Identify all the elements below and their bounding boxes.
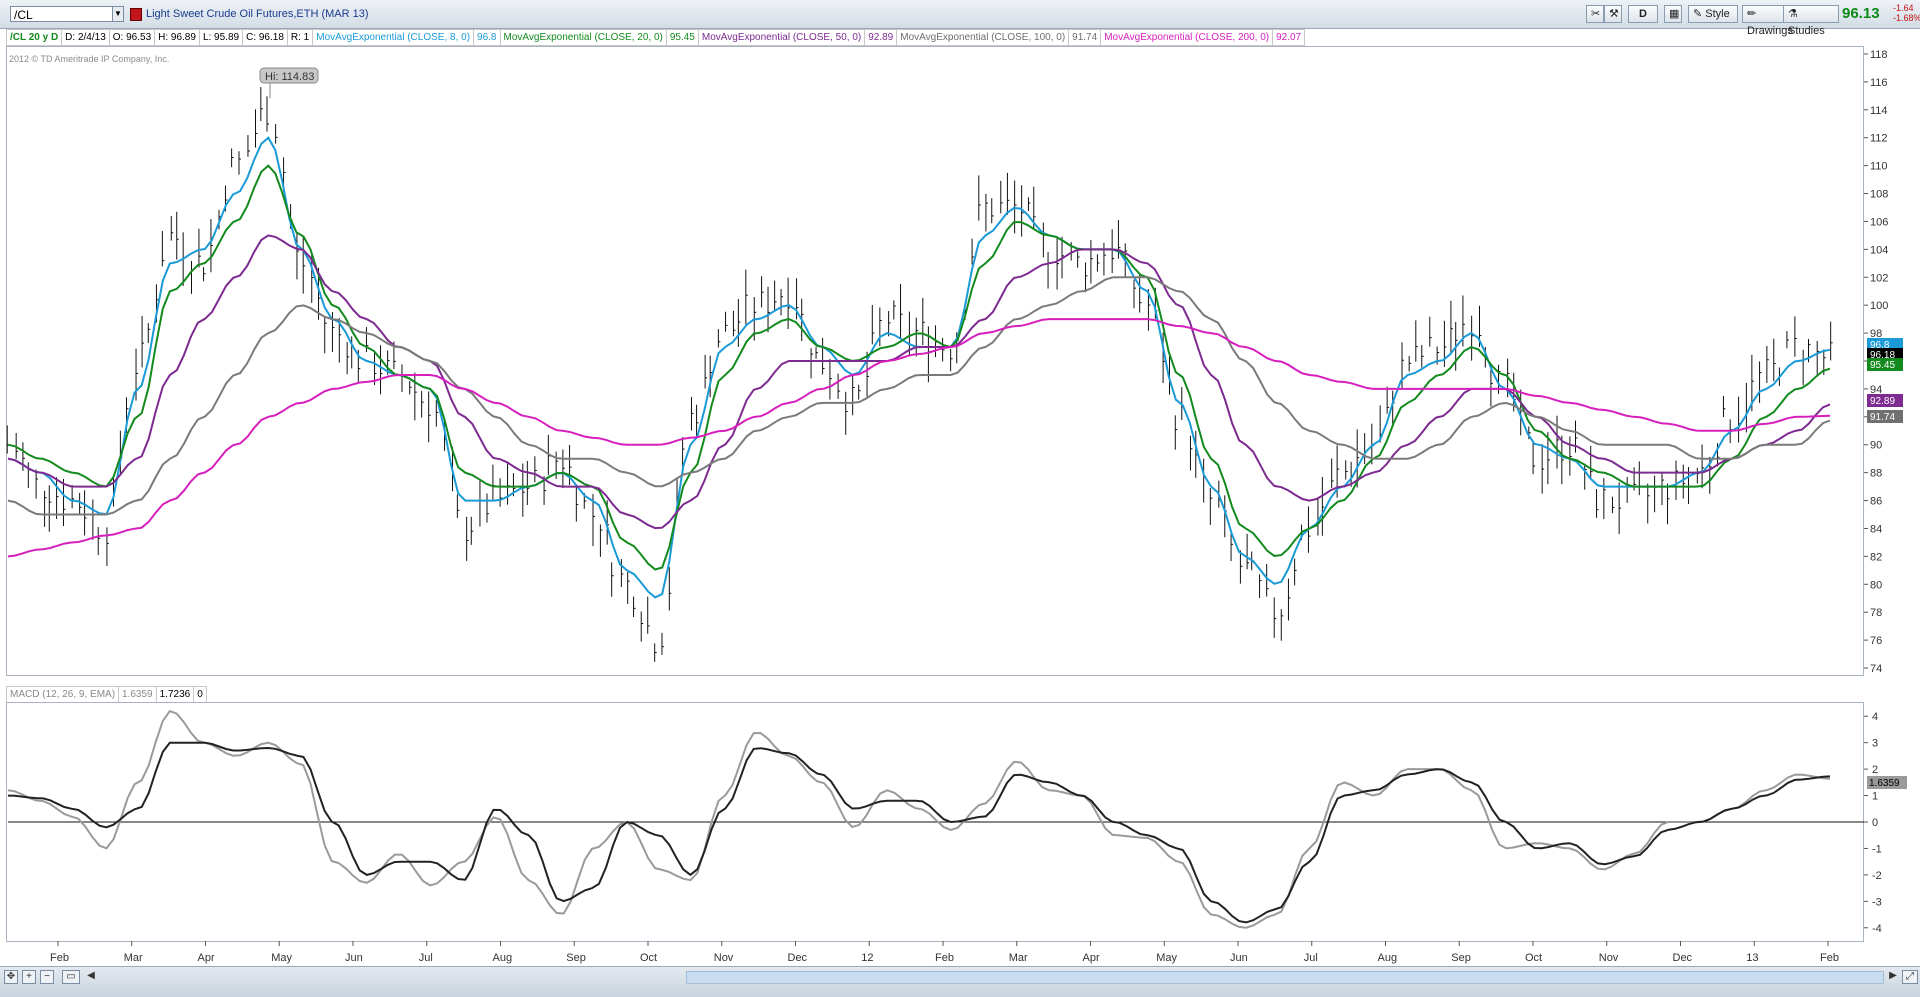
time-tick-label: Feb <box>50 952 69 964</box>
time-tick-label: Aug <box>1378 952 1398 964</box>
scroll-left-icon[interactable]: ◀ <box>84 970 98 984</box>
time-tick-label: Feb <box>935 952 954 964</box>
time-tick-label: Jul <box>419 952 433 964</box>
ema20-line <box>7 164 1831 571</box>
price-tick-label: 112 <box>1870 133 1888 145</box>
price-tick-label: 114 <box>1870 105 1888 117</box>
macd-tick-label: -3 <box>1872 896 1882 908</box>
price-tick-label: 82 <box>1870 551 1882 563</box>
macd-tick-label: -1 <box>1872 843 1882 855</box>
price-tick-label: 84 <box>1870 523 1882 535</box>
macd-tick-label: 0 <box>1872 817 1878 829</box>
time-tick-label: Nov <box>714 952 734 964</box>
time-tick-label: Dec <box>788 952 808 964</box>
macd-tick-label: 2 <box>1872 764 1878 776</box>
macd-tick-label: 1 <box>1872 791 1878 803</box>
time-scrollbar[interactable] <box>686 971 1884 984</box>
price-plot <box>6 87 1833 662</box>
time-tick-label: Aug <box>493 952 513 964</box>
time-tick-label: May <box>271 952 292 964</box>
ema50-line <box>7 234 1831 530</box>
expand-icon[interactable]: ⤢ <box>1902 970 1918 984</box>
time-tick-label: Feb <box>1820 952 1839 964</box>
macd-plot <box>7 709 1864 929</box>
time-tick-label: Oct <box>1525 952 1542 964</box>
time-tick-label: Mar <box>124 952 143 964</box>
time-tick-label: Jun <box>345 952 363 964</box>
time-tick-label: Mar <box>1009 952 1028 964</box>
price-tick-label: 80 <box>1870 579 1882 591</box>
macd-value-tag-label: 1.6359 <box>1869 778 1900 789</box>
ema20-price-tag-label: 95.45 <box>1870 360 1895 371</box>
time-tick-label: Oct <box>640 952 657 964</box>
time-axis: Feb Mar Apr May Jun Jul Aug Sep Oct Nov Dec 12 Feb Ma… <box>50 941 1839 964</box>
ema100-line <box>7 276 1831 516</box>
time-tick-label: 12 <box>861 952 873 964</box>
chart-canvas[interactable]: 7476788082848688909294969810010210410610… <box>0 0 1920 996</box>
time-tick-label: Apr <box>1083 952 1100 964</box>
zoom-in-icon[interactable]: + <box>22 970 36 984</box>
time-tick-label: Sep <box>566 952 586 964</box>
drawing-set-icon[interactable]: ▭ <box>62 970 80 984</box>
macd-tick-label: 3 <box>1872 738 1878 750</box>
macd-avg-line <box>7 741 1831 924</box>
price-tick-label: 110 <box>1870 161 1888 173</box>
price-tick-label: 88 <box>1870 468 1882 480</box>
price-tick-label: 106 <box>1870 216 1888 228</box>
ema8-line <box>7 136 1831 599</box>
ema100-price-tag-label: 91.74 <box>1870 412 1895 423</box>
price-tick-label: 76 <box>1870 635 1882 647</box>
price-tick-label: 74 <box>1870 663 1882 675</box>
macd-tick-label: 4 <box>1872 711 1878 723</box>
time-tick-label: 13 <box>1746 952 1758 964</box>
macd-tick-label: -2 <box>1872 870 1882 882</box>
price-tick-label: 100 <box>1870 300 1888 312</box>
macd-value-line <box>7 709 1831 929</box>
price-tick-label: 90 <box>1870 440 1882 452</box>
pan-icon[interactable]: ✥ <box>4 970 18 984</box>
price-tick-label: 108 <box>1870 189 1888 201</box>
price-tick-label: 86 <box>1870 496 1882 508</box>
hi-callout-label: Hi: 114.83 <box>265 71 314 83</box>
ema50-price-tag-label: 92.89 <box>1870 396 1895 407</box>
price-tick-label: 116 <box>1870 77 1888 89</box>
price-tick-label: 102 <box>1870 272 1888 284</box>
time-tick-label: Jul <box>1304 952 1318 964</box>
time-tick-label: Jun <box>1230 952 1248 964</box>
time-tick-label: Dec <box>1673 952 1693 964</box>
chart-window: /CL ▼ Light Sweet Crude Oil Futures,ETH … <box>0 0 1920 997</box>
time-tick-label: Sep <box>1451 952 1471 964</box>
price-tick-label: 118 <box>1870 49 1888 61</box>
time-tick-label: May <box>1156 952 1177 964</box>
price-tick-label: 104 <box>1870 244 1888 256</box>
time-tick-label: Nov <box>1599 952 1619 964</box>
price-tags: Hi: 114.8396.896.1895.4592.8991.741.6359 <box>259 67 1907 789</box>
price-tick-label: 78 <box>1870 607 1882 619</box>
zoom-out-icon[interactable]: − <box>40 970 54 984</box>
price-axis: 7476788082848688909294969810010210410610… <box>1864 49 1888 935</box>
macd-tick-label: -4 <box>1872 923 1882 935</box>
time-tick-label: Apr <box>198 952 215 964</box>
scroll-right-icon[interactable]: ▶ <box>1886 970 1900 984</box>
